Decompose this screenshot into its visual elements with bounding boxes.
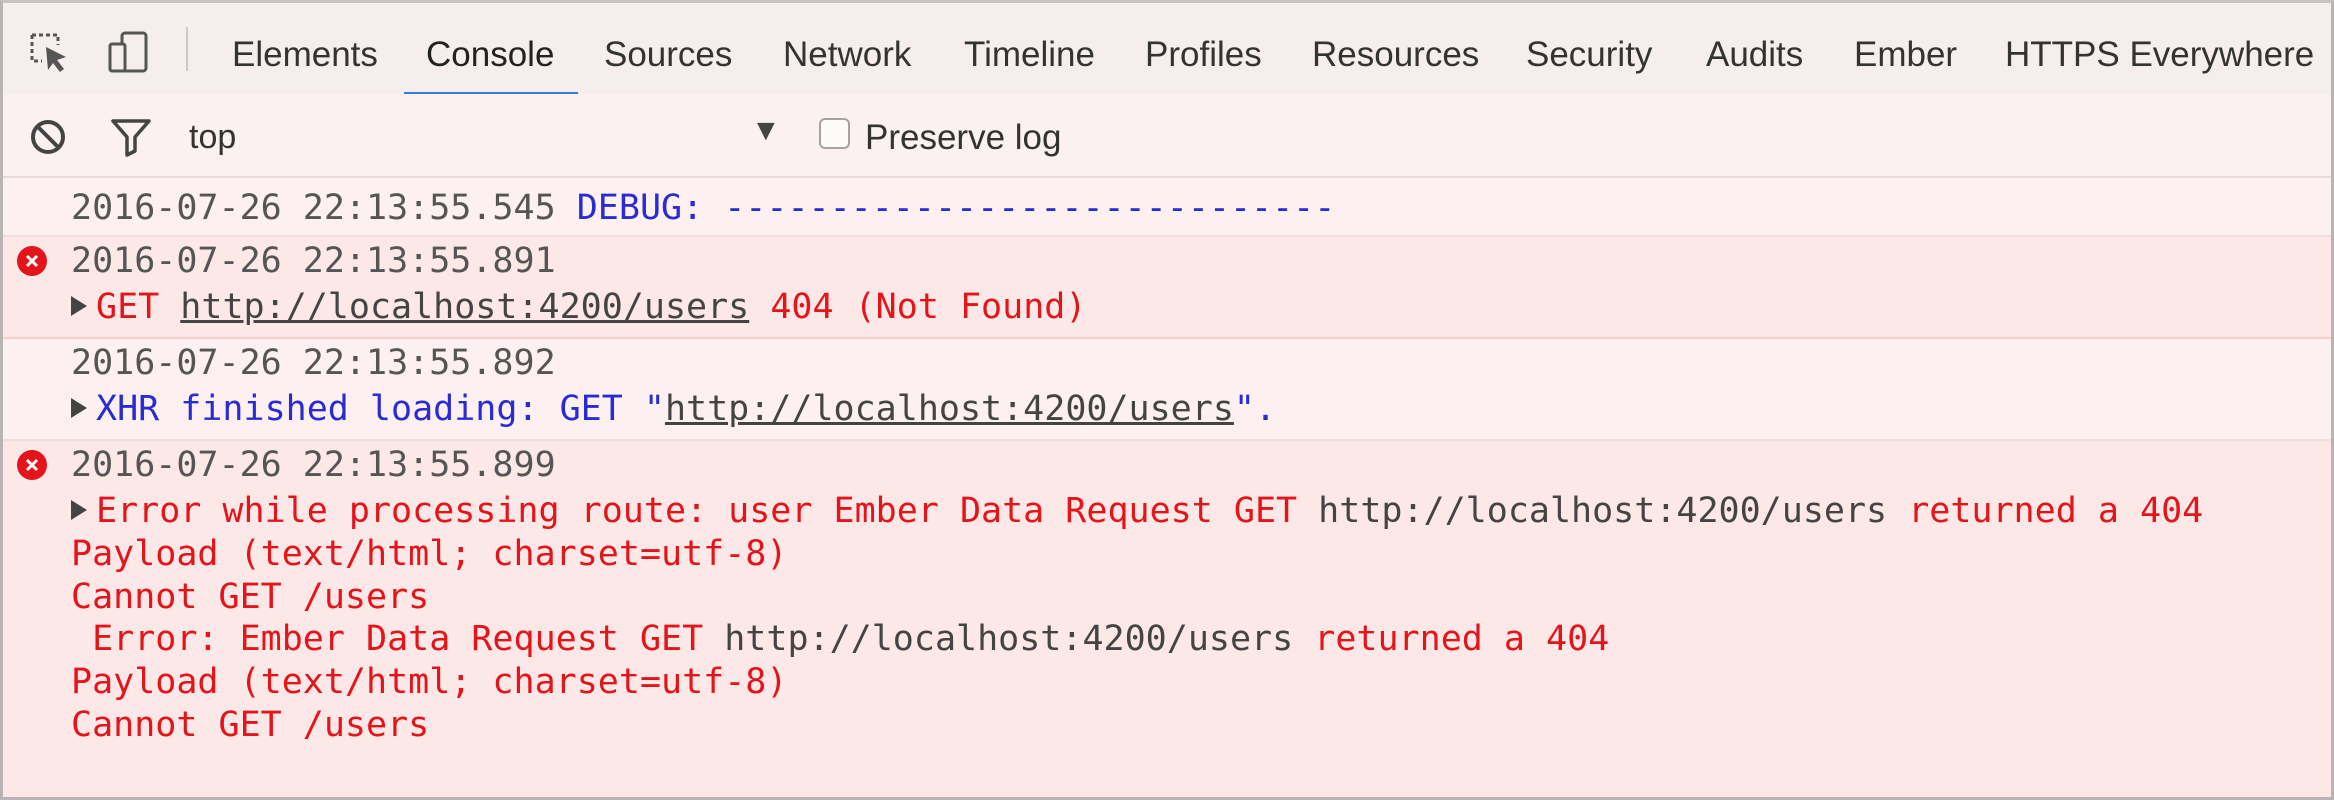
- tab-console[interactable]: Console: [403, 3, 579, 96]
- error-url: http://localhost:4200/users: [1318, 491, 1888, 531]
- message-line: Error: Ember Data Request GET http://loc…: [71, 618, 1609, 660]
- console-messages: 2016-07-26 22:13:55.545 DEBUG: ---------…: [3, 178, 2331, 797]
- message-line: 2016-07-26 22:13:55.892: [71, 342, 556, 384]
- tab-security[interactable]: Security: [1526, 3, 1652, 94]
- message-timestamp: 2016-07-26 22:13:55.899: [71, 445, 556, 485]
- message-timestamp: 2016-07-26 22:13:55.545: [71, 188, 556, 228]
- error-payload-line: Payload (text/html; charset=utf-8): [71, 534, 788, 574]
- toolbar-divider: [186, 27, 188, 71]
- expand-triangle-icon[interactable]: [71, 500, 87, 520]
- devtools-window: Elements Console Sources Network Timelin…: [0, 0, 2334, 800]
- inspect-element-icon[interactable]: [25, 28, 75, 78]
- tab-https-everywhere[interactable]: HTTPS Everywhere: [2005, 3, 2314, 94]
- console-filter-bar: top ▼ Preserve log: [3, 94, 2331, 178]
- xhr-prefix: XHR finished loading: GET ": [96, 389, 665, 429]
- error-cannot-get-line: Cannot GET /users: [71, 577, 430, 617]
- tab-elements[interactable]: Elements: [232, 3, 378, 94]
- error-cannot-get-line: Cannot GET /users: [71, 705, 430, 745]
- preserve-log-checkbox[interactable]: [819, 118, 850, 149]
- console-message-error: 2016-07-26 22:13:55.899 Error while proc…: [3, 441, 2331, 797]
- tab-timeline[interactable]: Timeline: [964, 3, 1095, 94]
- expand-triangle-icon[interactable]: [71, 296, 87, 316]
- filter-icon[interactable]: [108, 114, 154, 160]
- error-text: Error while processing route: user Ember…: [96, 491, 1298, 531]
- tab-sources[interactable]: Sources: [604, 3, 732, 94]
- request-url-link[interactable]: http://localhost:4200/users: [665, 389, 1234, 429]
- message-line: 2016-07-26 22:13:55.899: [71, 444, 556, 486]
- error-text: returned a 404: [1908, 491, 2204, 531]
- console-message-error: 2016-07-26 22:13:55.891 GET http://local…: [3, 237, 2331, 339]
- expand-triangle-icon[interactable]: [71, 398, 87, 418]
- devtools-tab-bar: Elements Console Sources Network Timelin…: [3, 3, 2331, 96]
- message-line: XHR finished loading: GET "http://localh…: [71, 388, 1276, 430]
- console-message-debug: 2016-07-26 22:13:55.545 DEBUG: ---------…: [3, 178, 2331, 237]
- xhr-suffix: ".: [1233, 389, 1277, 429]
- error-text: returned a 404: [1314, 619, 1610, 659]
- error-circle-icon: [17, 450, 47, 480]
- message-line: 2016-07-26 22:13:55.545 DEBUG: ---------…: [71, 187, 1335, 229]
- tab-network[interactable]: Network: [783, 3, 911, 94]
- error-text: Error: Ember Data Request GET: [71, 619, 704, 659]
- message-line: GET http://localhost:4200/users 404 (Not…: [71, 286, 1086, 328]
- error-circle-icon: [17, 246, 47, 276]
- console-message-xhr: 2016-07-26 22:13:55.892 XHR finished loa…: [3, 339, 2331, 441]
- message-line: 2016-07-26 22:13:55.891: [71, 240, 556, 282]
- clear-console-icon[interactable]: [25, 114, 71, 160]
- tab-profiles[interactable]: Profiles: [1145, 3, 1262, 94]
- tab-resources[interactable]: Resources: [1312, 3, 1479, 94]
- message-timestamp: 2016-07-26 22:13:55.892: [71, 343, 556, 383]
- preserve-log-label[interactable]: Preserve log: [865, 118, 1061, 158]
- context-selector[interactable]: top: [189, 118, 236, 157]
- message-text: DEBUG: -----------------------------: [576, 188, 1336, 228]
- request-url-link[interactable]: http://localhost:4200/users: [180, 287, 749, 327]
- tab-audits[interactable]: Audits: [1706, 3, 1803, 94]
- message-timestamp: 2016-07-26 22:13:55.891: [71, 241, 556, 281]
- device-mode-icon[interactable]: [104, 28, 154, 78]
- dropdown-triangle-icon[interactable]: ▼: [751, 114, 781, 148]
- message-line: Error while processing route: user Ember…: [71, 490, 2203, 532]
- response-status: 404 (Not Found): [770, 287, 1087, 327]
- error-payload-line: Payload (text/html; charset=utf-8): [71, 662, 788, 702]
- request-method: GET: [96, 287, 160, 327]
- tab-ember[interactable]: Ember: [1854, 3, 1957, 94]
- error-url: http://localhost:4200/users: [724, 619, 1294, 659]
